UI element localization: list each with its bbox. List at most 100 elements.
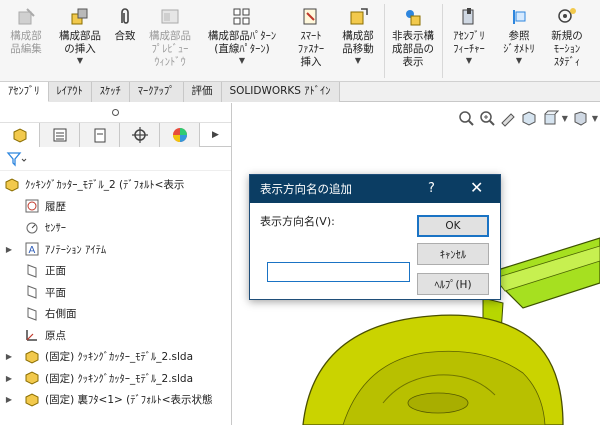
- assembly-feature-button[interactable]: ｱｾﾝﾌﾞﾘ ﾌｨｰﾁｬｰ ▼: [444, 0, 494, 82]
- feature-manager-tab[interactable]: [0, 123, 40, 147]
- ribbon-separator: [384, 4, 385, 78]
- add-view-name-dialog: 表示方向名の追加 ? ✕ 表示方向名(V): OK ｷｬﾝｾﾙ ﾍﾙﾌﾟ(H): [249, 174, 501, 300]
- component-preview-button[interactable]: 構成部品 ﾌﾟﾚﾋﾞｭｰ ｳｨﾝﾄﾞｳ: [142, 0, 198, 82]
- part-icon: [25, 350, 39, 364]
- smart-fastener-button[interactable]: ｽﾏｰﾄ ﾌｧｽﾅｰ 挿入: [288, 0, 334, 82]
- linear-pattern-dropdown-icon[interactable]: ▼: [239, 56, 245, 66]
- edit-component-button[interactable]: 構成部 品編集: [2, 0, 50, 82]
- insert-component-button[interactable]: 構成部品 の挿入 ▼: [52, 0, 108, 82]
- crosshair-icon: [131, 127, 148, 143]
- motion-study-icon: [558, 8, 576, 23]
- appearance-pie-icon: [172, 128, 187, 142]
- move-component-button[interactable]: 構成部 品移動 ▼: [334, 0, 382, 82]
- svg-text:A: A: [29, 245, 36, 256]
- annotation-icon: A: [25, 242, 39, 256]
- linear-pattern-icon: [233, 8, 250, 25]
- dialog-body: 表示方向名(V): OK ｷｬﾝｾﾙ ﾍﾙﾌﾟ(H): [250, 203, 500, 299]
- tree-item-label: (固定) ｸｯｷﾝｸﾞｶｯﾀｰ_ﾓﾃﾞﾙ_2.slda: [45, 351, 194, 364]
- show-hidden-icon: [406, 10, 421, 26]
- tab-layout[interactable]: ﾚｲｱｳﾄ: [48, 82, 92, 102]
- tree-item-sensors[interactable]: ｾﾝｻｰ: [0, 217, 231, 239]
- tree-item-label: 正面: [45, 265, 66, 278]
- dialog-title: 表示方向名の追加: [260, 182, 352, 196]
- close-icon[interactable]: ✕: [470, 178, 483, 197]
- insert-component-dropdown-icon[interactable]: ▼: [77, 56, 83, 66]
- hide-show-components-button[interactable]: 非表示構 成部品の 表示: [386, 0, 440, 82]
- tree-item-front-plane[interactable]: 正面: [0, 260, 231, 282]
- assembly-feature-dropdown-icon[interactable]: ▼: [466, 56, 472, 66]
- preview-window-icon: [161, 9, 179, 24]
- panel-tabs: ▶: [0, 123, 231, 147]
- reference-geometry-button[interactable]: 参照 ｼﾞｵﾒﾄﾘ ▼: [496, 0, 542, 82]
- tree-item-top-plane[interactable]: 平面: [0, 282, 231, 304]
- tree-item-label: 平面: [45, 286, 66, 299]
- feature-manager-panel: ▶ ｸｯｷﾝｸﾞｶｯﾀｰ_ﾓﾃﾞﾙ_2 (ﾃﾞﾌｫﾙﾄ<表示 履歴 ｾﾝｻｰ ▶…: [0, 103, 232, 425]
- new-motion-study-button[interactable]: 新規の ﾓｰｼｮﾝ ｽﾀﾃﾞｨ: [544, 0, 590, 82]
- history-icon: [25, 199, 39, 213]
- feature-tree: ｸｯｷﾝｸﾞｶｯﾀｰ_ﾓﾃﾞﾙ_2 (ﾃﾞﾌｫﾙﾄ<表示 履歴 ｾﾝｻｰ ▶ A…: [0, 171, 231, 411]
- panel-header: [0, 103, 231, 123]
- configuration-icon: [94, 128, 105, 143]
- sensor-icon: [26, 222, 38, 234]
- property-manager-tab[interactable]: [40, 123, 80, 147]
- filter-icon[interactable]: [6, 151, 28, 167]
- expand-arrow-icon[interactable]: ▶: [4, 374, 14, 383]
- plane-icon: [27, 307, 37, 321]
- tab-solidworks-addins[interactable]: SOLIDWORKS ｱﾄﾞｲﾝ: [221, 82, 340, 102]
- reference-geometry-dropdown-icon[interactable]: ▼: [516, 56, 522, 66]
- tree-item-label: ｱﾉﾃｰｼｮﾝ ｱｲﾃﾑ: [45, 243, 107, 256]
- expand-arrow-icon[interactable]: ▶: [4, 352, 14, 361]
- part-icon: [25, 371, 39, 385]
- expand-arrow-icon[interactable]: ▶: [4, 245, 14, 254]
- help-button[interactable]: ﾍﾙﾌﾟ(H): [417, 273, 489, 295]
- origin-icon: [26, 330, 37, 341]
- model-dome-knob: [407, 392, 469, 414]
- tree-root-assembly[interactable]: ｸｯｷﾝｸﾞｶｯﾀｰ_ﾓﾃﾞﾙ_2 (ﾃﾞﾌｫﾙﾄ<表示: [0, 174, 231, 196]
- tree-item-part-3[interactable]: ▶ (固定) 裏ﾌﾀ<1> (ﾃﾞﾌｫﾙﾄ<表示状態: [0, 389, 231, 411]
- edit-component-icon: [18, 8, 35, 25]
- tab-markup[interactable]: ﾏｰｸｱｯﾌﾟ: [129, 82, 184, 102]
- configuration-manager-tab[interactable]: [80, 123, 120, 147]
- insert-component-icon: [71, 8, 88, 25]
- smart-fastener-icon: [303, 8, 317, 25]
- expand-arrow-icon[interactable]: ▶: [4, 395, 14, 404]
- dimxpert-tab[interactable]: [120, 123, 160, 147]
- cancel-button[interactable]: ｷｬﾝｾﾙ: [417, 243, 489, 265]
- more-tabs-chevron-icon[interactable]: ▶: [200, 123, 231, 146]
- tree-item-part-2[interactable]: ▶ (固定) ｸｯｷﾝｸﾞｶｯﾀｰ_ﾓﾃﾞﾙ_2.slda: [0, 368, 231, 390]
- tree-item-history[interactable]: 履歴: [0, 196, 231, 218]
- tree-item-origin[interactable]: 原点: [0, 325, 231, 347]
- view-name-input[interactable]: [267, 262, 410, 282]
- tree-root-label: ｸｯｷﾝｸﾞｶｯﾀｰ_ﾓﾃﾞﾙ_2 (ﾃﾞﾌｫﾙﾄ<表示: [25, 179, 185, 192]
- command-manager-ribbon: 構成部 品編集 構成部品 の挿入 ▼ 合致 構成部品 ﾌﾟﾚﾋﾞｭｰ ｳｨﾝﾄﾞ…: [0, 0, 600, 82]
- reference-geometry-icon: [513, 10, 526, 24]
- assembly-tree-icon: [13, 128, 26, 143]
- plane-icon: [27, 285, 37, 299]
- part-icon: [25, 393, 39, 407]
- collapse-handle-icon[interactable]: [112, 109, 119, 116]
- command-manager-tabs: ｱｾﾝﾌﾞﾘ ﾚｲｱｳﾄ ｽｹｯﾁ ﾏｰｸｱｯﾌﾟ 評価 SOLIDWORKS …: [0, 82, 600, 102]
- tree-item-label: 原点: [45, 329, 66, 342]
- filter-row: [0, 147, 231, 171]
- property-list-icon: [53, 128, 66, 142]
- tab-assembly[interactable]: ｱｾﾝﾌﾞﾘ: [0, 82, 49, 102]
- linear-pattern-button[interactable]: 構成部品ﾊﾟﾀｰﾝ (直線ﾊﾟﾀｰﾝ) ▼: [198, 0, 286, 82]
- ribbon-separator: [442, 4, 443, 78]
- view-name-label: 表示方向名(V):: [260, 215, 335, 228]
- tree-item-right-plane[interactable]: 右側面: [0, 303, 231, 325]
- tree-item-part-1[interactable]: ▶ (固定) ｸｯｷﾝｸﾞｶｯﾀｰ_ﾓﾃﾞﾙ_2.slda: [0, 346, 231, 368]
- tab-sketch[interactable]: ｽｹｯﾁ: [91, 82, 130, 102]
- ok-button[interactable]: OK: [417, 215, 489, 237]
- tab-evaluate[interactable]: 評価: [183, 82, 222, 102]
- tree-item-annotations[interactable]: ▶ A ｱﾉﾃｰｼｮﾝ ｱｲﾃﾑ: [0, 239, 231, 261]
- display-manager-tab[interactable]: [160, 123, 200, 147]
- move-component-dropdown-icon[interactable]: ▼: [355, 56, 361, 66]
- assembly-feature-icon: [462, 8, 474, 25]
- mate-button[interactable]: 合致: [108, 0, 142, 82]
- tree-item-label: 右側面: [45, 308, 77, 321]
- help-question-icon[interactable]: ?: [428, 181, 435, 196]
- paperclip-icon: [121, 8, 129, 24]
- assembly-icon: [5, 178, 19, 192]
- tree-item-label: ｾﾝｻｰ: [45, 222, 66, 235]
- dialog-title-bar[interactable]: 表示方向名の追加 ? ✕: [250, 175, 500, 203]
